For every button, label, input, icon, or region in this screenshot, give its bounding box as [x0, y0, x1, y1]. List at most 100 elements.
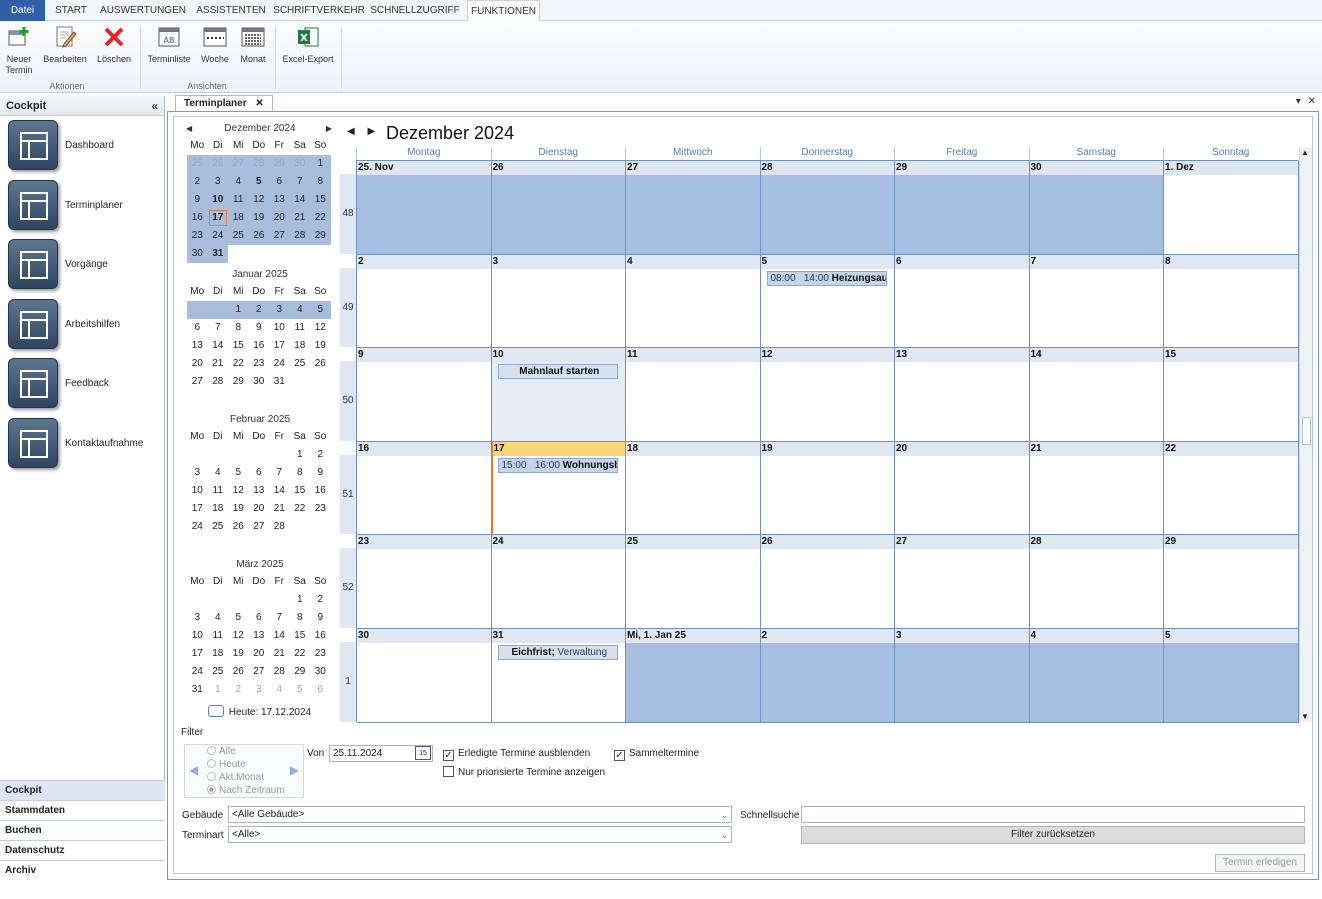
mini-day[interactable]: 2 — [310, 446, 331, 464]
mini-day[interactable]: 7 — [269, 609, 290, 627]
mini-day[interactable]: 11 — [208, 482, 229, 500]
appointment[interactable]: Mahnlauf starten — [497, 364, 618, 380]
close-icon[interactable]: ✕ — [255, 98, 263, 109]
day-cell[interactable]: 17 — [491, 441, 626, 536]
mini-day[interactable]: 4 — [208, 464, 229, 482]
appointment-list-button[interactable]: AB Terminliste — [146, 24, 192, 65]
mini-day[interactable]: 7 — [289, 173, 310, 191]
mini-day[interactable]: 25 — [228, 227, 249, 245]
nav-tab-cockpit[interactable]: Cockpit — [0, 780, 165, 800]
mini-day[interactable]: 4 — [228, 173, 249, 191]
mini-day[interactable]: 24 — [187, 663, 208, 681]
next-period-icon[interactable]: ▶ — [290, 763, 299, 777]
day-cell[interactable]: 29 — [895, 161, 1030, 255]
mini-day[interactable]: 26 — [228, 518, 249, 536]
day-cell[interactable]: 18 — [626, 441, 761, 536]
nav-tab-stammdaten[interactable]: Stammdaten — [0, 800, 165, 820]
day-cell[interactable]: 10 — [491, 348, 626, 442]
mini-day[interactable]: 15 — [310, 191, 331, 209]
mini-day[interactable]: 22 — [310, 209, 331, 227]
mini-day[interactable]: 16 — [187, 209, 208, 227]
mini-next-icon[interactable]: ▶ — [326, 121, 332, 137]
mini-day[interactable]: 9 — [310, 609, 331, 627]
mini-day[interactable]: 6 — [187, 319, 208, 337]
mini-day[interactable]: 28 — [208, 373, 229, 391]
mini-day[interactable]: 30 — [310, 663, 331, 681]
mini-day[interactable]: 27 — [249, 663, 270, 681]
next-month-icon[interactable]: ▶ — [367, 126, 375, 137]
edit-button[interactable]: Bearbeiten — [41, 24, 89, 65]
day-cell[interactable]: 8 — [1164, 254, 1299, 349]
mini-day[interactable]: 19 — [248, 209, 269, 227]
mini-day[interactable]: 20 — [249, 645, 270, 663]
mini-day[interactable]: 6 — [269, 173, 290, 191]
mini-day[interactable]: 14 — [269, 627, 290, 645]
mini-day[interactable]: 23 — [310, 500, 331, 518]
period-radio[interactable]: Alle — [207, 746, 236, 758]
mini-day[interactable]: 2 — [248, 301, 269, 319]
mini-day[interactable]: 18 — [228, 209, 249, 227]
reset-filter-button[interactable]: Filter zurücksetzen — [801, 826, 1305, 844]
appointment[interactable]: Eichfrist; Verwaltung — [497, 645, 618, 660]
day-cell[interactable]: 14 — [1029, 348, 1164, 442]
mini-day[interactable]: 22 — [228, 355, 249, 373]
mini-day[interactable]: 26 — [248, 227, 269, 245]
day-cell[interactable]: 6 — [895, 254, 1030, 349]
quicksearch-input[interactable] — [801, 806, 1305, 823]
mini-day[interactable]: 10 — [187, 482, 208, 500]
day-cell[interactable]: 28 — [1029, 535, 1164, 629]
mini-day[interactable]: 23 — [310, 645, 331, 663]
document-tab-terminplaner[interactable]: Terminplaner ✕ — [175, 95, 273, 111]
mini-day[interactable]: 27 — [228, 155, 249, 173]
mini-day[interactable]: 5 — [290, 681, 311, 699]
day-cell[interactable]: 26 — [491, 161, 626, 255]
mini-day[interactable]: 24 — [187, 518, 208, 536]
mini-day[interactable]: 16 — [249, 337, 270, 355]
mini-day[interactable]: 15 — [290, 482, 311, 500]
mini-day[interactable]: 28 — [269, 663, 290, 681]
mini-day[interactable]: 18 — [208, 500, 229, 518]
type-select[interactable]: <Alle> ⌄ — [228, 826, 732, 843]
mini-day[interactable]: 14 — [269, 482, 290, 500]
day-cell[interactable]: 9 — [357, 348, 492, 442]
day-cell[interactable]: 23 — [357, 535, 492, 629]
day-cell[interactable]: 1. Dez — [1164, 161, 1299, 255]
mini-day[interactable]: 13 — [249, 627, 270, 645]
dropdown-icon[interactable]: ▾ — [1296, 96, 1301, 107]
mini-day[interactable]: 18 — [208, 645, 229, 663]
mini-day[interactable]: 17 — [207, 209, 228, 227]
cockpit-item-4[interactable]: Feedback — [8, 358, 158, 412]
mini-day[interactable]: 21 — [208, 355, 229, 373]
day-cell[interactable]: 5 — [1164, 629, 1299, 723]
mini-day[interactable]: 8 — [228, 319, 249, 337]
day-cell[interactable]: 29 — [1164, 535, 1299, 629]
mini-day[interactable]: 27 — [269, 227, 290, 245]
period-radio[interactable]: Nach Zeitraum — [207, 785, 285, 797]
collapse-icon[interactable]: « — [151, 96, 158, 116]
day-cell[interactable]: 11 — [626, 348, 761, 442]
mini-day[interactable]: 1 — [208, 681, 229, 699]
mini-day[interactable]: 22 — [290, 500, 311, 518]
mini-day[interactable]: 28 — [269, 518, 290, 536]
vertical-scrollbar[interactable]: ▲ ▼ — [1299, 147, 1312, 722]
mini-day[interactable]: 5 — [310, 301, 331, 319]
nav-tab-datenschutz[interactable]: Datenschutz — [0, 840, 165, 860]
day-cell[interactable]: 31 — [491, 629, 626, 723]
day-cell[interactable]: 28 — [760, 161, 895, 255]
tab-schnellzugriff[interactable]: SCHNELLZUGRIFF — [367, 0, 463, 21]
mini-day[interactable]: 10 — [207, 191, 228, 209]
mini-day[interactable]: 23 — [249, 355, 270, 373]
mini-day[interactable]: 21 — [289, 209, 310, 227]
mini-day[interactable]: 12 — [228, 627, 249, 645]
mini-day[interactable]: 30 — [187, 245, 208, 263]
excel-export-button[interactable]: X Excel-Export — [281, 24, 335, 65]
day-cell[interactable]: 16 — [357, 441, 492, 536]
scroll-up-icon[interactable]: ▲ — [1301, 148, 1309, 157]
complete-appointment-button[interactable]: Termin erledigen — [1215, 854, 1305, 872]
mini-day[interactable]: 31 — [269, 373, 290, 391]
mini-day[interactable]: 31 — [187, 681, 208, 699]
mini-day[interactable]: 2 — [187, 173, 208, 191]
mini-day[interactable]: 29 — [310, 227, 331, 245]
mini-day[interactable]: 31 — [207, 245, 228, 263]
mini-day[interactable]: 14 — [208, 337, 229, 355]
